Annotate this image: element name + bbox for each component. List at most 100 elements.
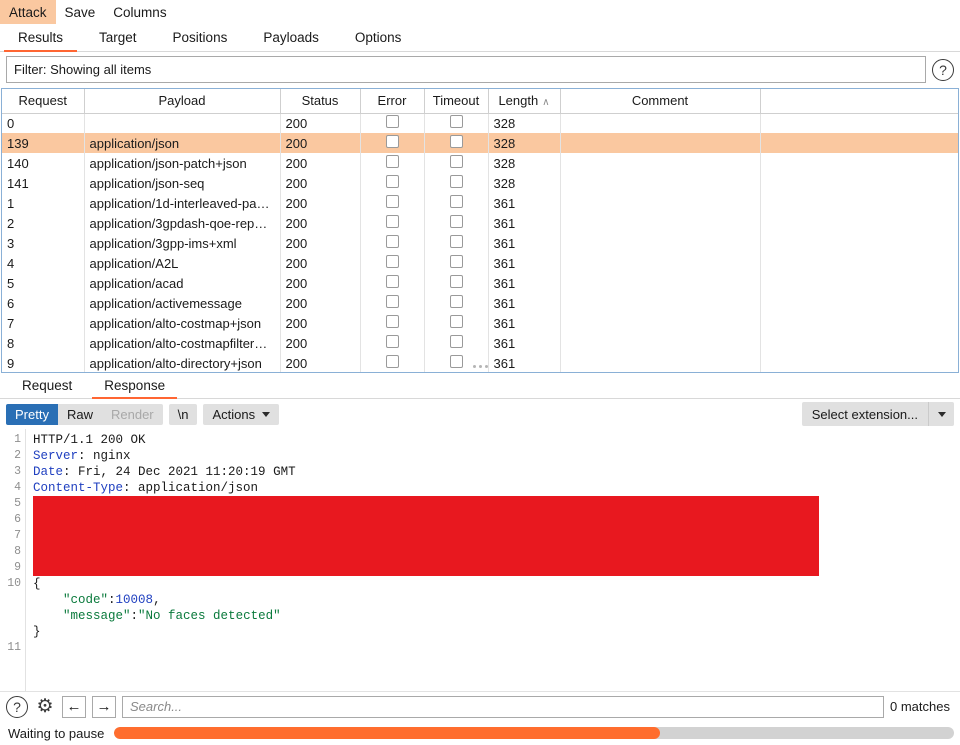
cell-error-checkbox[interactable]	[360, 133, 425, 153]
cell-timeout-checkbox[interactable]	[424, 233, 489, 253]
cell-error-checkbox[interactable]	[360, 213, 425, 233]
timeout-checkbox[interactable]	[449, 155, 463, 168]
line-number: 9	[14, 561, 21, 574]
table-row[interactable]: 8 application/alto-costmapfilter… 200 361	[2, 333, 958, 353]
error-checkbox[interactable]	[385, 295, 399, 308]
timeout-checkbox[interactable]	[449, 195, 463, 208]
timeout-checkbox[interactable]	[449, 315, 463, 328]
cell-timeout-checkbox[interactable]	[424, 193, 489, 213]
question-mark-icon[interactable]: ?	[932, 58, 954, 81]
help-icon[interactable]: ?	[6, 695, 28, 718]
select-extension-arrow[interactable]	[928, 402, 954, 426]
cell-timeout-checkbox[interactable]	[424, 253, 489, 273]
tab-positions[interactable]: Positions	[155, 24, 246, 51]
error-checkbox[interactable]	[385, 335, 399, 348]
cell-error-checkbox[interactable]	[360, 293, 425, 313]
response-code-area[interactable]: HTTP/1.1 200 OK Server: nginx Date: Fri, 2…	[26, 429, 960, 691]
column-header-timeout[interactable]: Timeout	[424, 89, 489, 114]
raw-button[interactable]: Raw	[57, 403, 102, 425]
error-checkbox[interactable]	[385, 255, 399, 268]
timeout-checkbox[interactable]	[449, 115, 463, 129]
table-row[interactable]: 1 application/1d-interleaved-pa… 200 361	[2, 193, 958, 213]
tab-response[interactable]: Response	[88, 373, 181, 399]
timeout-checkbox[interactable]	[449, 295, 463, 308]
cell-length: 328	[488, 173, 561, 193]
cell-error-checkbox[interactable]	[360, 253, 425, 273]
cell-error-checkbox[interactable]	[360, 313, 425, 333]
cell-error-checkbox[interactable]	[360, 113, 425, 133]
cell-timeout-checkbox[interactable]	[424, 153, 489, 173]
error-checkbox[interactable]	[385, 135, 399, 148]
cell-timeout-checkbox[interactable]	[424, 313, 489, 333]
timeout-checkbox[interactable]	[449, 175, 463, 188]
tab-results[interactable]: Results	[0, 24, 81, 52]
cell-error-checkbox[interactable]	[360, 173, 425, 193]
table-row[interactable]: 6 application/activemessage 200 361	[2, 293, 958, 313]
column-header-payload[interactable]: Payload	[84, 89, 281, 114]
cell-timeout-checkbox[interactable]	[424, 133, 489, 153]
search-input[interactable]: Search...	[122, 695, 885, 718]
gear-icon[interactable]: ⚙	[34, 696, 56, 718]
table-row[interactable]: 2 application/3gpdash-qoe-rep… 200 361	[2, 213, 958, 233]
search-previous-button[interactable]: ←	[62, 695, 86, 718]
panel-splitter-handle[interactable]	[2, 361, 958, 371]
column-header-comment[interactable]: Comment	[560, 89, 761, 114]
timeout-checkbox[interactable]	[449, 255, 463, 268]
search-next-button[interactable]: →	[92, 695, 116, 718]
response-body-line	[33, 640, 960, 656]
cell-timeout-checkbox[interactable]	[424, 173, 489, 193]
tab-payloads[interactable]: Payloads	[245, 24, 337, 51]
line-number: 7	[14, 529, 21, 542]
cell-status: 200	[280, 153, 361, 173]
menu-item-columns[interactable]: Columns	[104, 0, 175, 24]
cell-timeout-checkbox[interactable]	[424, 113, 489, 133]
cell-error-checkbox[interactable]	[360, 333, 425, 353]
error-checkbox[interactable]	[385, 315, 399, 328]
cell-error-checkbox[interactable]	[360, 233, 425, 253]
timeout-checkbox[interactable]	[449, 275, 463, 288]
menu-item-attack[interactable]: Attack	[0, 0, 56, 24]
tab-request[interactable]: Request	[6, 373, 88, 398]
tab-target[interactable]: Target	[81, 24, 155, 51]
table-row[interactable]: 140 application/json-patch+json 200 328	[2, 153, 958, 173]
response-viewer[interactable]: 1 2 3 4 5 6 7 8 9 10 11 HTTP/1.1 200 OK Server: ngi…	[0, 429, 960, 691]
cell-error-checkbox[interactable]	[360, 153, 425, 173]
select-extension-dropdown[interactable]: Select extension...	[801, 402, 954, 426]
newline-toggle-button[interactable]: \n	[168, 403, 198, 425]
table-row[interactable]: 139 application/json 200 328	[2, 133, 958, 153]
table-row[interactable]: 7 application/alto-costmap+json 200 361	[2, 313, 958, 333]
cell-error-checkbox[interactable]	[360, 273, 425, 293]
column-header-request[interactable]: Request	[2, 89, 85, 114]
cell-timeout-checkbox[interactable]	[424, 293, 489, 313]
table-row[interactable]: 5 application/acad 200 361	[2, 273, 958, 293]
cell-error-checkbox[interactable]	[360, 193, 425, 213]
pretty-button[interactable]: Pretty	[6, 403, 58, 425]
table-row[interactable]: 3 application/3gpp-ims+xml 200 361	[2, 233, 958, 253]
timeout-checkbox[interactable]	[449, 215, 463, 228]
timeout-checkbox[interactable]	[449, 135, 463, 148]
cell-length: 328	[488, 113, 561, 133]
error-checkbox[interactable]	[385, 195, 399, 208]
error-checkbox[interactable]	[385, 275, 399, 288]
filter-bar[interactable]: Filter: Showing all items	[6, 56, 926, 83]
error-checkbox[interactable]	[385, 235, 399, 248]
line-number	[0, 592, 25, 608]
error-checkbox[interactable]	[385, 175, 399, 188]
table-row[interactable]: 4 application/A2L 200 361	[2, 253, 958, 273]
error-checkbox[interactable]	[385, 115, 399, 129]
table-row[interactable]: 0 200 328	[2, 113, 958, 133]
timeout-checkbox[interactable]	[449, 235, 463, 248]
error-checkbox[interactable]	[385, 215, 399, 228]
table-row[interactable]: 141 application/json-seq 200 328	[2, 173, 958, 193]
column-header-error[interactable]: Error	[360, 89, 425, 114]
cell-timeout-checkbox[interactable]	[424, 273, 489, 293]
tab-options[interactable]: Options	[337, 24, 420, 51]
error-checkbox[interactable]	[385, 155, 399, 168]
timeout-checkbox[interactable]	[449, 335, 463, 348]
menu-item-save[interactable]: Save	[56, 0, 105, 24]
cell-timeout-checkbox[interactable]	[424, 333, 489, 353]
column-header-length[interactable]: Length ∧	[488, 89, 561, 114]
column-header-status[interactable]: Status	[280, 89, 361, 114]
cell-timeout-checkbox[interactable]	[424, 213, 489, 233]
actions-button[interactable]: Actions	[203, 403, 280, 425]
